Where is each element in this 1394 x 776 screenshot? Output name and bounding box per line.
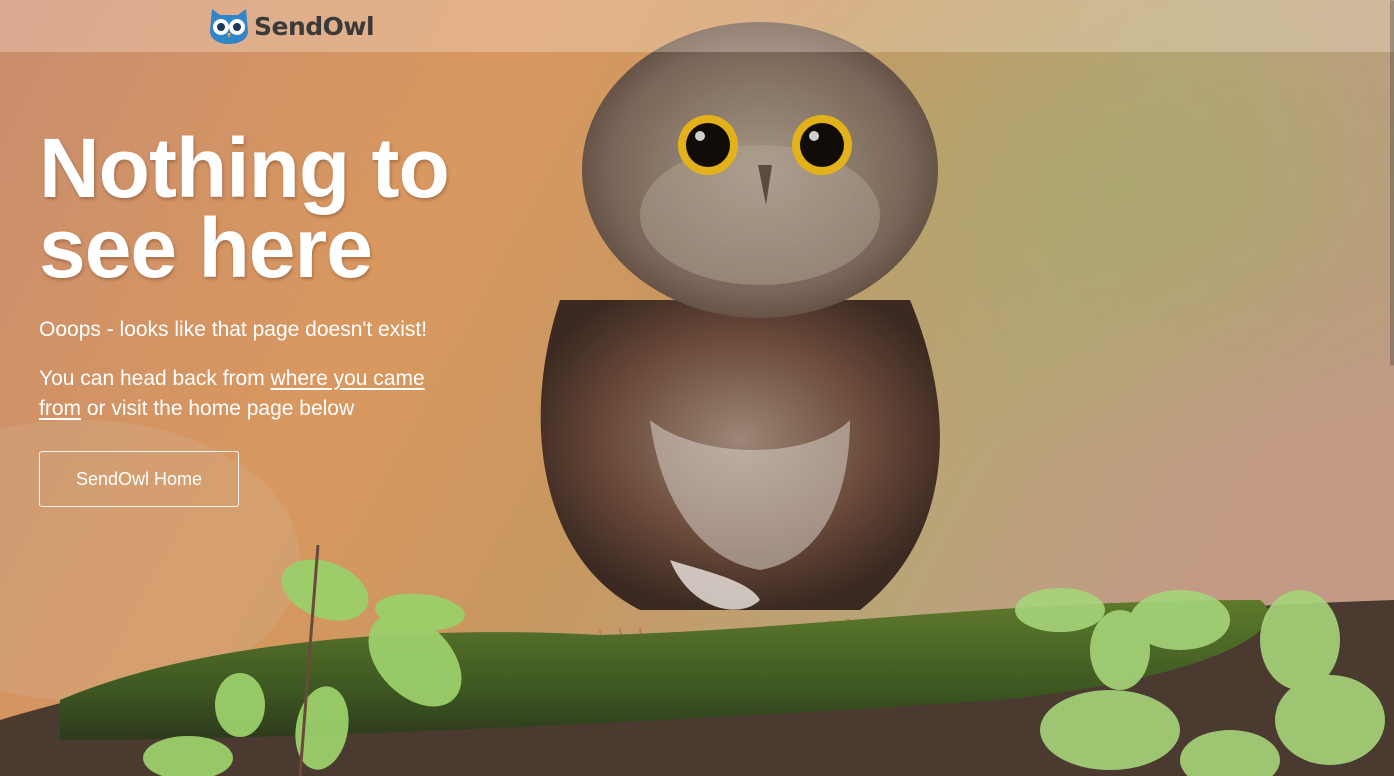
sendowl-home-button[interactable]: SendOwl Home bbox=[39, 451, 239, 507]
page-title-line-2: see here bbox=[39, 201, 373, 295]
brand-name: SendOwl bbox=[254, 11, 375, 41]
help-message-suffix: or visit the home page below bbox=[81, 397, 355, 420]
page-title: Nothing to see here bbox=[39, 126, 509, 290]
page-scrollbar[interactable] bbox=[1390, 0, 1394, 366]
brand-logo[interactable]: SendOwl bbox=[208, 6, 375, 46]
error-subtitle: Ooops - looks like that page doesn't exi… bbox=[39, 318, 428, 341]
hero-content: Nothing to see here Ooops - looks like t… bbox=[39, 126, 509, 424]
help-message: You can head back from where you came fr… bbox=[39, 364, 459, 424]
owl-logo-icon bbox=[210, 9, 248, 44]
help-message-prefix: You can head back from bbox=[39, 367, 271, 390]
